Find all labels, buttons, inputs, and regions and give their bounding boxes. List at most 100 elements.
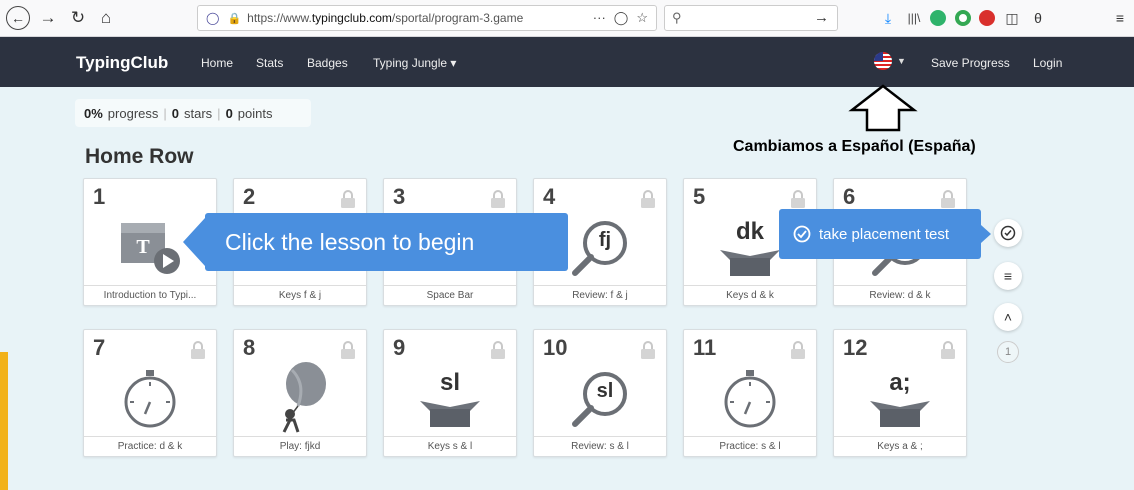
lesson-number: 8	[243, 335, 256, 360]
lesson-card[interactable]: 12 a; Keys a & ;	[833, 329, 967, 457]
lesson-title: Keys s & l	[384, 436, 516, 456]
url-text: https://www.typingclub.com/sportal/progr…	[247, 11, 524, 25]
lesson-illustration: a;	[834, 360, 966, 436]
url-bar[interactable]: ◯ 🔒 https://www.typingclub.com/sportal/p…	[197, 5, 657, 31]
check-circle-icon	[793, 225, 811, 243]
lesson-title: Practice: s & l	[684, 436, 816, 456]
go-arrow-icon[interactable]: →	[814, 9, 829, 26]
lesson-illustration	[684, 360, 816, 436]
brand-logo[interactable]: TypingClub	[76, 53, 168, 73]
extension-green-icon[interactable]	[955, 10, 971, 26]
grammarly-icon[interactable]	[930, 10, 946, 26]
lesson-title: Review: d & k	[834, 285, 966, 305]
placement-test-label: take placement test	[819, 225, 950, 243]
nav-home[interactable]: Home	[201, 56, 233, 70]
reader-view-icon[interactable]: ◫	[1003, 9, 1021, 27]
lesson-card[interactable]: 8 Play: fjkd	[233, 329, 367, 457]
svg-text:T: T	[136, 236, 150, 258]
forward-button[interactable]: →	[36, 6, 60, 30]
nav-typing-jungle[interactable]: Typing Jungle ▾	[373, 56, 456, 70]
lock-icon	[640, 341, 656, 359]
lesson-card[interactable]: 11 Practice: s & l	[683, 329, 817, 457]
scroll-up-button[interactable]: ˄	[994, 303, 1022, 331]
placement-check-button[interactable]	[994, 219, 1022, 247]
app-navbar: TypingClub Home Stats Badges Typing Jung…	[0, 37, 1134, 87]
lock-icon	[640, 190, 656, 208]
stars-label: stars	[184, 105, 213, 121]
box-label: sl	[439, 369, 460, 396]
lesson-illustration: sl	[384, 360, 516, 436]
lesson-card[interactable]: 10 sl Review: s & l	[533, 329, 667, 457]
lock-icon	[490, 190, 506, 208]
lesson-title: Practice: d & k	[84, 436, 216, 456]
lesson-number: 12	[843, 335, 868, 360]
page-indicator[interactable]: 1	[997, 341, 1019, 363]
login-link[interactable]: Login	[1033, 56, 1062, 70]
lock-icon	[490, 341, 506, 359]
list-icon: ≡	[1003, 268, 1013, 284]
lesson-number: 4	[543, 184, 556, 209]
page-actions-icon[interactable]: ···	[593, 10, 606, 26]
lock-icon	[790, 341, 806, 359]
points-label: points	[237, 105, 273, 121]
chevron-up-icon: ˄	[1003, 309, 1013, 325]
nav-badges[interactable]: Badges	[307, 56, 348, 70]
download-icon[interactable]: ⤓	[879, 9, 897, 27]
lock-icon[interactable]: 🔒	[227, 12, 241, 25]
lesson-number: 6	[843, 184, 856, 209]
magnifier-label: fj	[598, 229, 612, 251]
shield-icon[interactable]: ◯	[206, 11, 219, 25]
search-input[interactable]: ⚲ →	[664, 5, 838, 31]
lesson-illustration: sl	[534, 360, 666, 436]
reload-button[interactable]: ↻	[66, 6, 90, 30]
lesson-number: 2	[243, 184, 256, 209]
home-icon[interactable]: ⌂	[94, 6, 118, 30]
library-icon[interactable]: |||\	[905, 9, 923, 27]
nav-stats[interactable]: Stats	[256, 56, 283, 70]
lesson-number: 5	[693, 184, 706, 209]
up-arrow-annotation	[848, 84, 918, 132]
lock-icon	[340, 190, 356, 208]
lesson-number: 1	[93, 184, 106, 209]
lesson-illustration	[84, 360, 216, 436]
adblock-icon[interactable]	[979, 10, 995, 26]
account-icon[interactable]: θ	[1029, 9, 1047, 27]
lesson-tooltip: Click the lesson to begin	[183, 213, 568, 271]
browser-toolbar: ← → ↻ ⌂ ◯ 🔒 https://www.typingclub.com/s…	[0, 0, 1134, 37]
lock-icon	[940, 341, 956, 359]
lesson-number: 10	[543, 335, 568, 360]
back-button[interactable]: ←	[6, 6, 30, 30]
lesson-card[interactable]: 7 Practice: d & k	[83, 329, 217, 457]
menu-icon[interactable]: ≡	[1111, 9, 1129, 27]
chevron-down-icon[interactable]: ▼	[897, 56, 906, 66]
magnifier-label: sl	[596, 380, 614, 402]
lesson-title: Play: fjkd	[234, 436, 366, 456]
lock-icon	[790, 190, 806, 208]
lesson-illustration	[234, 360, 366, 436]
side-decoration	[0, 352, 8, 490]
box-label: a;	[889, 369, 911, 396]
list-menu-button[interactable]: ≡	[994, 262, 1022, 290]
lesson-title: Review: s & l	[534, 436, 666, 456]
stars-count: 0	[171, 105, 179, 121]
lesson-number: 7	[93, 335, 106, 360]
pocket-icon[interactable]: ◯	[614, 10, 629, 26]
lesson-title: Keys f & j	[234, 285, 366, 305]
lesson-card[interactable]: 9 sl Keys s & l	[383, 329, 517, 457]
language-flag-icon[interactable]	[874, 52, 892, 70]
placement-test-button[interactable]: take placement test	[779, 209, 991, 259]
lock-icon	[340, 341, 356, 359]
points-count: 0	[225, 105, 233, 121]
lock-icon	[190, 341, 206, 359]
lesson-number: 3	[393, 184, 406, 209]
bookmark-star-icon[interactable]: ☆	[636, 10, 648, 26]
lock-icon	[940, 190, 956, 208]
annotation-text: Cambiamos a Español (España)	[733, 138, 976, 155]
check-circle-icon	[1000, 225, 1016, 241]
save-progress-link[interactable]: Save Progress	[931, 56, 1010, 70]
lesson-title: Keys d & k	[684, 285, 816, 305]
search-icon: ⚲	[672, 10, 682, 25]
lesson-number: 9	[393, 335, 406, 360]
lesson-title: Space Bar	[384, 285, 516, 305]
progress-percent: 0%	[84, 105, 103, 121]
